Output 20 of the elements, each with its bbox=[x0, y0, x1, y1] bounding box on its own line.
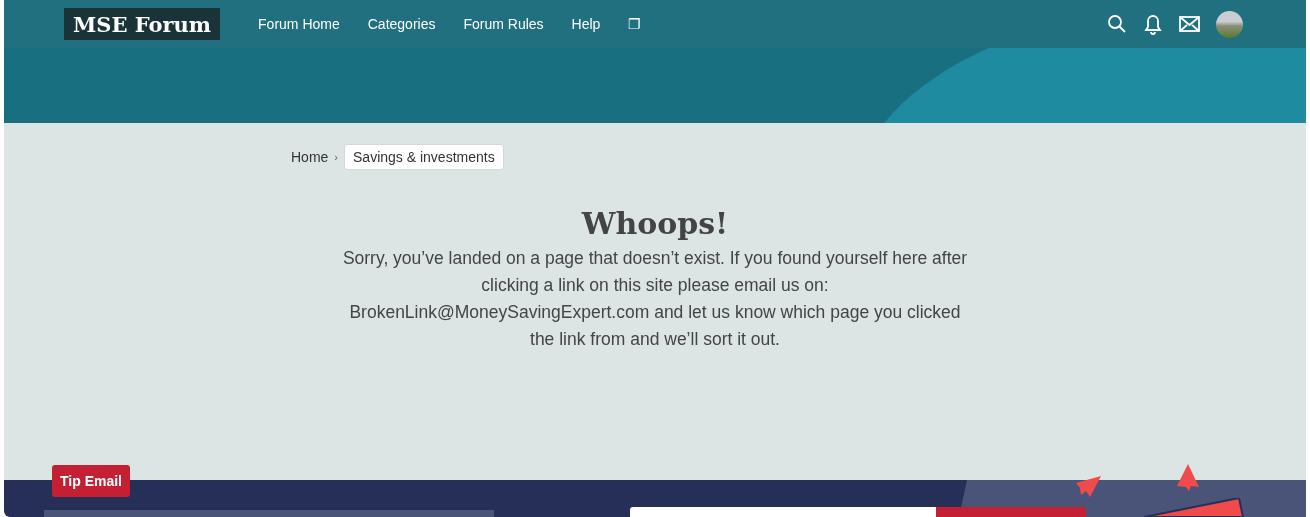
site-logo[interactable]: MSE Forum bbox=[64, 8, 221, 40]
paper-plane-icon bbox=[1176, 464, 1200, 491]
mail-icon[interactable] bbox=[1179, 16, 1200, 32]
nav-link[interactable]: ❐ bbox=[628, 16, 642, 32]
bell-icon[interactable] bbox=[1143, 13, 1163, 35]
error-message: Sorry, you’ve landed on a page that doesn’t exist. If you found yourself here after clicking a link on this site please email us on: BrokenLink@MoneySavingExpert.com and let us know which page you clicked the link from and we’ll sort it out. bbox=[342, 247, 968, 351]
search-icon[interactable] bbox=[1107, 14, 1127, 34]
nav-link[interactable]: Forum Rules bbox=[463, 16, 544, 32]
nav-link[interactable]: Forum Home bbox=[258, 16, 340, 32]
avatar[interactable] bbox=[1216, 10, 1243, 38]
nav-link[interactable]: Help bbox=[571, 16, 601, 32]
nav-link[interactable]: Categories bbox=[367, 16, 436, 32]
breadcrumb-separator: › bbox=[334, 151, 339, 163]
email-input-field[interactable] bbox=[630, 507, 936, 517]
error-title: Whoops! bbox=[581, 206, 729, 241]
breadcrumb-link[interactable]: Home bbox=[291, 149, 329, 165]
paper-plane-icon bbox=[1076, 476, 1102, 498]
email-link[interactable]: BrokenLink@MoneySavingExpert.com bbox=[349, 302, 650, 322]
tip-email-badge[interactable]: Tip Email bbox=[52, 465, 130, 497]
breadcrumb-current[interactable]: Savings & investments bbox=[344, 144, 504, 170]
